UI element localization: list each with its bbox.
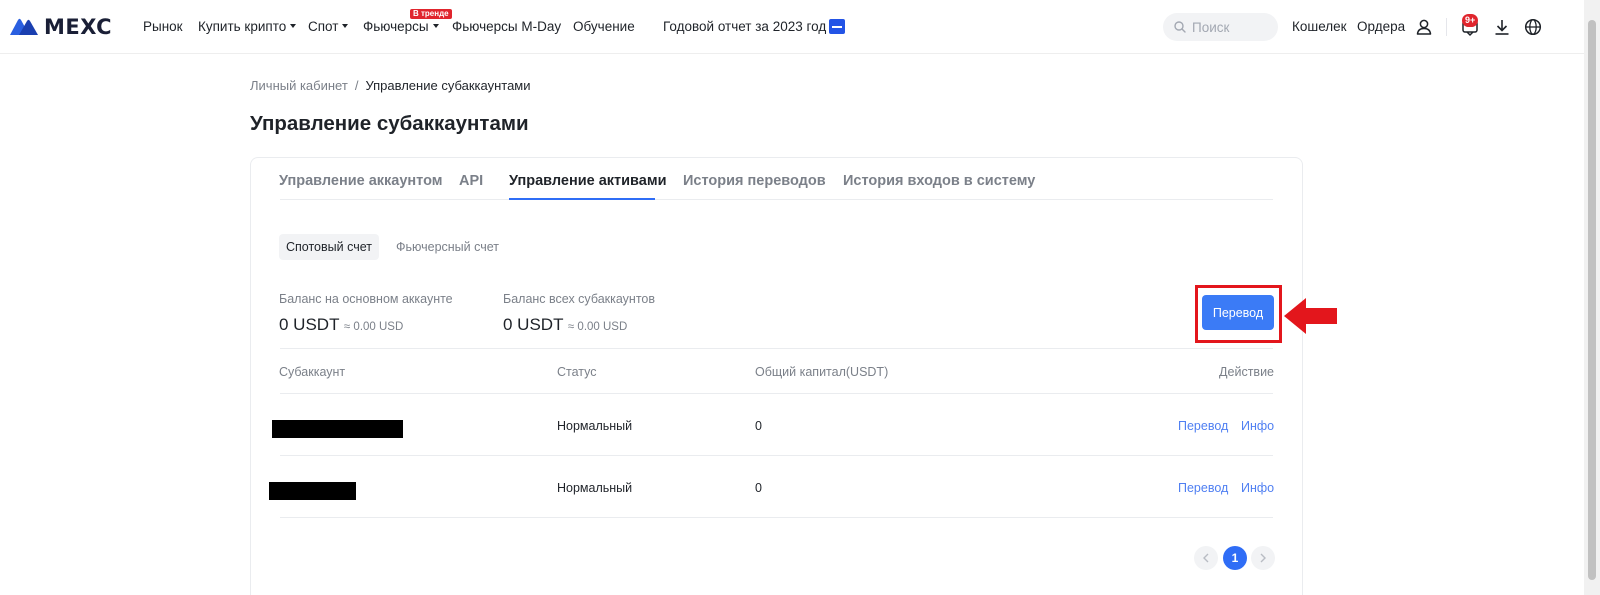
- highlight-box: [1195, 285, 1282, 343]
- tab-api[interactable]: API: [459, 172, 483, 190]
- pagination-page-current[interactable]: 1: [1223, 546, 1247, 570]
- row-divider: [280, 517, 1273, 518]
- row-info-link[interactable]: Инфо: [1241, 481, 1274, 496]
- wallet-link[interactable]: Кошелек: [1292, 19, 1347, 35]
- top-header: MEXC Рынок Купить крипто Спот В тренде Ф…: [0, 0, 1584, 54]
- orders-link[interactable]: Ордера: [1357, 19, 1405, 35]
- page-title: Управление субаккаунтами: [250, 112, 529, 135]
- nav-learn[interactable]: Обучение: [573, 19, 635, 35]
- nav-annual-report-label: Годовой отчет за 2023 год: [663, 19, 827, 34]
- nav-futures-mday[interactable]: Фьючерсы M-Day: [452, 19, 561, 35]
- tabs-divider: [280, 199, 1273, 200]
- row-info-link[interactable]: Инфо: [1241, 419, 1274, 434]
- nav-spot[interactable]: Спот: [308, 19, 349, 35]
- subaccounts-balance-value: 0 USDT ≈ 0.00 USD: [503, 314, 627, 338]
- search-input[interactable]: [1192, 19, 1272, 35]
- report-2023-icon: [829, 19, 846, 34]
- chevron-left-icon: [1203, 553, 1209, 563]
- redacted-subaccount-name: [269, 482, 356, 500]
- table-header-divider: [280, 393, 1273, 394]
- row-transfer-link[interactable]: Перевод: [1178, 419, 1228, 434]
- nav-spot-label: Спот: [308, 19, 339, 34]
- nav-futures-label: Фьючерсы: [363, 19, 429, 34]
- mexc-logo-icon: [10, 18, 38, 35]
- subtab-spot-account[interactable]: Спотовый счет: [279, 234, 379, 260]
- search-box[interactable]: [1163, 13, 1278, 41]
- row-capital: 0: [755, 481, 762, 495]
- nav-annual-report[interactable]: Годовой отчет за 2023 год: [663, 19, 846, 35]
- column-header-action: Действие: [1219, 365, 1274, 379]
- main-balance-label: Баланс на основном аккаунте: [279, 292, 453, 306]
- mexc-logo[interactable]: MEXC: [10, 15, 112, 39]
- pagination-next-button[interactable]: [1251, 546, 1275, 570]
- trending-badge: В тренде: [410, 9, 452, 19]
- chevron-down-icon: [432, 24, 439, 28]
- column-header-capital: Общий капитал(USDT): [755, 365, 889, 379]
- nav-futures[interactable]: Фьючерсы: [363, 19, 439, 35]
- chevron-down-icon: [290, 24, 297, 28]
- logo-text: MEXC: [44, 15, 113, 39]
- tabs-bar: Управление аккаунтом API Управление акти…: [251, 158, 1302, 200]
- breadcrumb: Личный кабинет / Управление субаккаунтами: [250, 78, 531, 94]
- active-tab-indicator: [509, 198, 655, 200]
- tab-login-history[interactable]: История входов в систему: [843, 172, 1035, 190]
- breadcrumb-current: Управление субаккаунтами: [365, 78, 531, 93]
- tab-asset-management[interactable]: Управление активами: [509, 172, 666, 190]
- row-divider: [280, 455, 1273, 456]
- nav-buy-crypto[interactable]: Купить крипто: [198, 19, 297, 35]
- globe-icon[interactable]: [1523, 17, 1543, 37]
- tab-transfer-history[interactable]: История переводов: [683, 172, 826, 190]
- tab-account-management[interactable]: Управление аккаунтом: [279, 172, 443, 190]
- breadcrumb-separator: /: [354, 78, 359, 93]
- chevron-down-icon: [342, 24, 349, 28]
- scrollbar-thumb[interactable]: [1588, 20, 1596, 580]
- subaccounts-balance-label: Баланс всех субаккаунтов: [503, 292, 655, 306]
- column-header-status: Статус: [557, 365, 597, 379]
- main-balance-approx: ≈ 0.00 USD: [343, 321, 404, 333]
- subaccounts-balance-amount: 0 USDT: [503, 315, 564, 334]
- breadcrumb-parent[interactable]: Личный кабинет: [250, 78, 348, 93]
- redacted-subaccount-name: [272, 420, 403, 438]
- notification-badge: 9+: [1462, 14, 1479, 27]
- table-top-divider: [280, 348, 1273, 349]
- red-arrow-icon: [1284, 298, 1337, 334]
- row-status: Нормальный: [557, 419, 633, 433]
- user-icon[interactable]: [1414, 17, 1434, 37]
- main-balance-value: 0 USDT ≈ 0.00 USD: [279, 314, 403, 338]
- chevron-right-icon: [1260, 553, 1266, 563]
- nav-market[interactable]: Рынок: [143, 19, 183, 35]
- row-transfer-link[interactable]: Перевод: [1178, 481, 1228, 496]
- main-balance-amount: 0 USDT: [279, 315, 340, 334]
- page-scrollbar[interactable]: [1584, 0, 1600, 595]
- download-icon[interactable]: [1492, 17, 1512, 37]
- subtab-futures-account[interactable]: Фьючерсный счет: [389, 234, 506, 260]
- column-header-subaccount: Субаккаунт: [279, 365, 346, 379]
- nav-buy-crypto-label: Купить крипто: [198, 19, 287, 34]
- pagination-prev-button[interactable]: [1194, 546, 1218, 570]
- row-status: Нормальный: [557, 481, 633, 495]
- subaccounts-card: Управление аккаунтом API Управление акти…: [250, 157, 1337, 595]
- header-divider: [1446, 18, 1447, 36]
- search-icon: [1174, 21, 1186, 33]
- row-capital: 0: [755, 419, 762, 433]
- subaccounts-balance-approx: ≈ 0.00 USD: [567, 321, 628, 333]
